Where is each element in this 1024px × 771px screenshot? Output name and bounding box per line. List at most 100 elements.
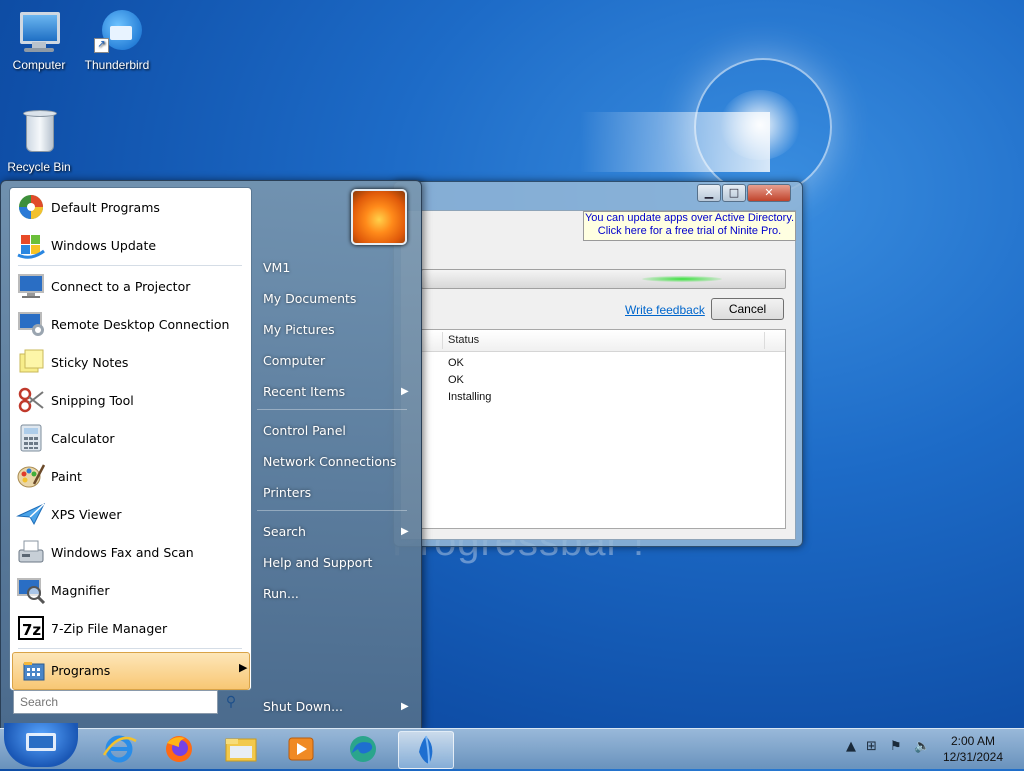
menu-item-remote-desktop[interactable]: Remote Desktop Connection [14, 307, 246, 341]
media-player-icon [288, 737, 314, 761]
menu-item-default-programs[interactable]: Default Programs [14, 190, 246, 224]
computer-icon [16, 8, 62, 54]
menu-item-label: Calculator [51, 431, 115, 446]
all-programs-button[interactable]: Programs ▶ [12, 652, 250, 690]
menu-item-fax-and-scan[interactable]: Windows Fax and Scan [14, 535, 246, 569]
chevron-right-icon: ▶ [239, 661, 248, 674]
thunderbird-icon: ↗ [94, 8, 142, 54]
network-icon[interactable]: ⊞ [866, 739, 877, 754]
ninite-window: ▁ □ ✕ You can update apps over Active Di… [393, 181, 803, 547]
promo-line-1: You can update apps over Active Director… [584, 212, 795, 224]
menu-item-windows-update[interactable]: Windows Update [14, 228, 246, 262]
menu-separator [257, 510, 407, 511]
right-item-printers[interactable]: Printers [263, 485, 311, 500]
ninite-icon [419, 735, 433, 765]
install-progress-bar [421, 269, 786, 289]
right-item-my-documents[interactable]: My Documents [263, 291, 356, 306]
menu-item-label: Remote Desktop Connection [51, 317, 230, 332]
right-item-run[interactable]: Run... [263, 586, 299, 601]
start-menu: Default Programs Windows Update Connect … [0, 180, 422, 730]
paint-icon [17, 464, 46, 488]
right-item-my-pictures[interactable]: My Pictures [263, 322, 335, 337]
menu-item-connect-to-projector[interactable]: Connect to a Projector [14, 269, 246, 303]
system-clock[interactable]: 2:00 AM 12/31/2024 [940, 733, 1006, 765]
table-row-status: OK [448, 357, 464, 369]
promo-line-2: Click here for a free trial of Ninite Pr… [597, 225, 782, 237]
maximize-button[interactable]: □ [722, 184, 746, 202]
firefox-icon [166, 736, 192, 762]
right-item-computer[interactable]: Computer [263, 353, 325, 368]
calculator-icon [20, 424, 42, 452]
clock-date: 12/31/2024 [942, 750, 1004, 764]
remote-desktop-icon [18, 312, 44, 336]
desktop-icon-computer[interactable]: Computer [0, 8, 78, 72]
programs-folder-icon [23, 662, 45, 681]
cancel-button[interactable]: Cancel [711, 298, 784, 320]
search-icon[interactable]: ⚲ [220, 690, 242, 714]
desktop-icon-label: Recycle Bin [7, 160, 71, 174]
chevron-right-icon: ▶ [401, 386, 409, 397]
chevron-right-icon[interactable]: ▶ [401, 701, 409, 712]
menu-item-magnifier[interactable]: Magnifier [14, 573, 246, 607]
all-programs-label: Programs [51, 663, 111, 678]
close-button[interactable]: ✕ [747, 184, 791, 202]
menu-item-label: Sticky Notes [51, 355, 129, 370]
programs-pane: Default Programs Windows Update Connect … [9, 187, 252, 691]
taskbar-edge[interactable] [336, 731, 390, 767]
taskbar-firefox[interactable] [152, 731, 206, 767]
minimize-button[interactable]: ▁ [697, 184, 721, 202]
fax-scan-icon [18, 540, 44, 563]
edge-icon [350, 736, 376, 762]
shut-down-button[interactable]: Shut Down... [263, 699, 343, 714]
action-center-flag-icon[interactable]: ⚑ [890, 739, 902, 754]
projector-icon [18, 274, 44, 298]
default-programs-icon [19, 195, 43, 219]
right-item-recent-items[interactable]: Recent Items [263, 384, 345, 399]
menu-item-sticky-notes[interactable]: Sticky Notes [14, 345, 246, 379]
write-feedback-link[interactable]: Write feedback [625, 303, 705, 317]
chevron-right-icon: ▶ [401, 526, 409, 537]
sticky-notes-icon [19, 349, 44, 373]
menu-separator [257, 409, 407, 410]
right-item-control-panel[interactable]: Control Panel [263, 423, 346, 438]
menu-item-7zip[interactable]: 7z 7-Zip File Manager [14, 611, 246, 645]
column-separator[interactable] [764, 332, 765, 349]
taskbar-ninite[interactable] [398, 731, 454, 769]
menu-item-label: XPS Viewer [51, 507, 122, 522]
ninite-pro-promo-link[interactable]: You can update apps over Active Director… [583, 211, 796, 241]
menu-item-label: Connect to a Projector [51, 279, 191, 294]
7zip-icon: 7z [18, 616, 44, 640]
app-status-list[interactable]: Status OK OK Installing [421, 329, 786, 529]
show-hidden-icons-button[interactable]: ▲ [846, 739, 856, 754]
menu-item-calculator[interactable]: Calculator [14, 421, 246, 455]
menu-item-label: Magnifier [51, 583, 110, 598]
right-item-network-connections[interactable]: Network Connections [263, 454, 396, 469]
menu-item-xps-viewer[interactable]: XPS Viewer [14, 497, 246, 531]
start-button[interactable] [4, 723, 78, 767]
windows-update-icon [17, 235, 45, 259]
column-separator[interactable] [442, 332, 443, 349]
taskbar: ▲ ⊞ ⚑ 🔈 2:00 AM 12/31/2024 [0, 723, 1024, 769]
user-picture[interactable] [351, 189, 407, 245]
start-search-input[interactable] [13, 690, 218, 714]
right-item-search[interactable]: Search [263, 524, 306, 539]
menu-item-label: Windows Fax and Scan [51, 545, 194, 560]
menu-item-label: 7-Zip File Manager [51, 621, 168, 636]
svg-text:7z: 7z [22, 621, 41, 639]
taskbar-media-player[interactable] [274, 731, 328, 767]
windows-logo-icon [26, 733, 56, 751]
desktop-icon-thunderbird[interactable]: ↗ Thunderbird [78, 8, 156, 72]
volume-muted-icon[interactable]: 🔈 [914, 739, 930, 754]
right-item-help-and-support[interactable]: Help and Support [263, 555, 372, 570]
desktop-icon-recycle-bin[interactable]: Recycle Bin [0, 110, 78, 174]
menu-item-label: Snipping Tool [51, 393, 134, 408]
list-header: Status [422, 330, 785, 352]
right-item-user-folder[interactable]: VM1 [263, 260, 290, 275]
menu-item-paint[interactable]: Paint [14, 459, 246, 493]
menu-item-snipping-tool[interactable]: Snipping Tool [14, 383, 246, 417]
clock-time: 2:00 AM [950, 734, 996, 748]
status-column-header[interactable]: Status [448, 334, 479, 346]
taskbar-internet-explorer[interactable] [92, 731, 146, 767]
taskbar-file-explorer[interactable] [214, 731, 268, 767]
menu-separator [18, 265, 242, 266]
